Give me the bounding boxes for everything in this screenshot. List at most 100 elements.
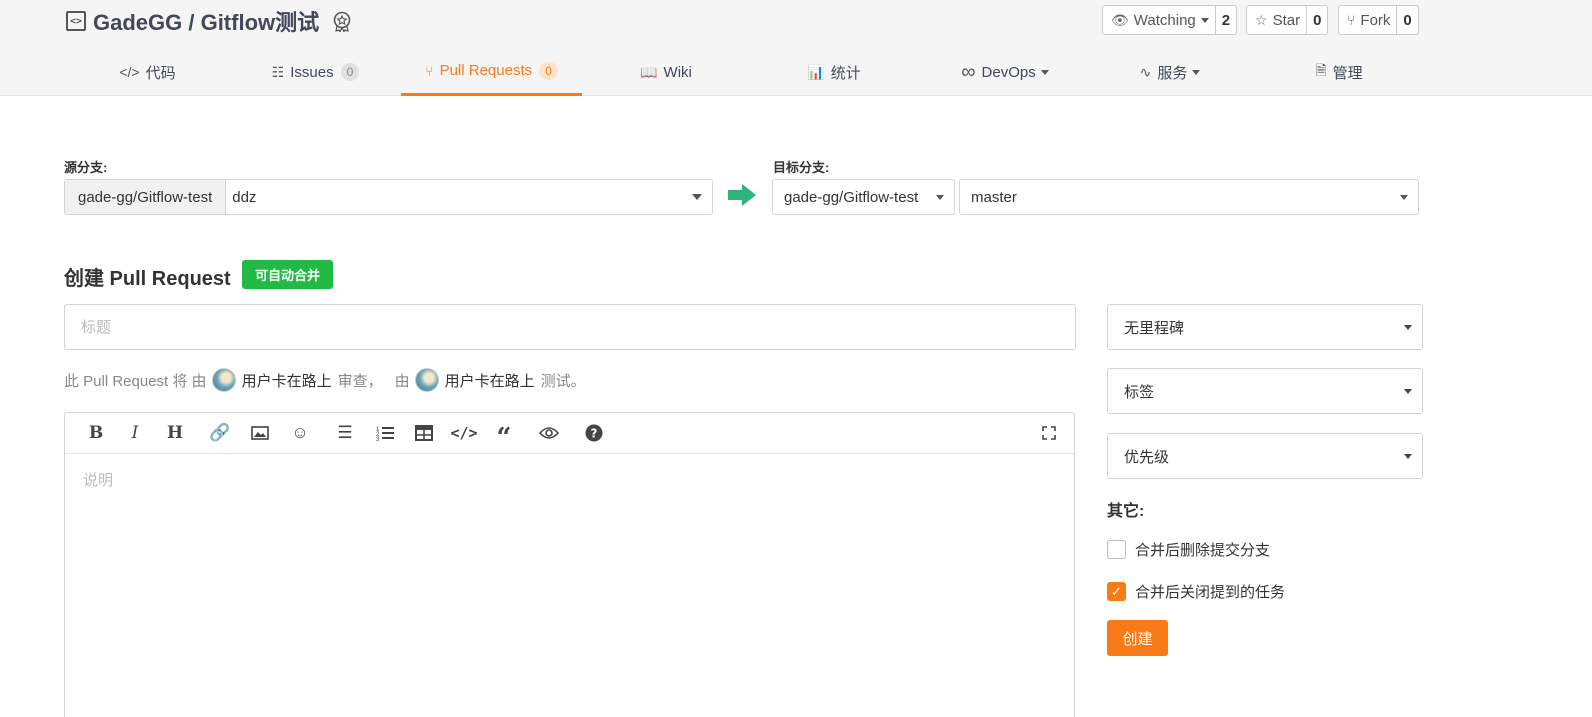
fullscreen-icon[interactable] [1038, 422, 1060, 444]
chevron-down-icon [1404, 388, 1412, 394]
milestone-value: 无里程碑 [1124, 319, 1185, 337]
description-textarea[interactable]: 说明 [83, 469, 113, 490]
mergeable-badge: 可自动合并 [242, 260, 333, 289]
code-icon[interactable]: </> [450, 422, 477, 444]
tester-action: 测试。 [540, 372, 586, 390]
editor-toolbar: B I H 🔗 ☺ ☰ 123 </> “ ? [65, 413, 1074, 454]
delete-branch-option[interactable]: 合并后删除提交分支 [1107, 539, 1270, 560]
tab-stats-label: 统计 [830, 64, 861, 82]
tab-manage[interactable]: 🗎 管理 [1300, 48, 1378, 96]
pull-request-icon: ⑂ [425, 62, 434, 79]
reviewer-name-link[interactable]: 用户卡在路上 [242, 370, 332, 391]
fork-icon: ⑂ [1347, 12, 1356, 28]
avatar[interactable] [414, 368, 439, 392]
svg-text:3: 3 [376, 437, 380, 441]
tab-manage-label: 管理 [1332, 64, 1363, 82]
tab-devops[interactable]: ∞ DevOps [945, 48, 1065, 96]
tab-devops-label: DevOps [981, 63, 1036, 81]
chevron-down-icon [1400, 194, 1408, 200]
tab-pull-requests[interactable]: ⑂ Pull Requests 0 [401, 48, 582, 96]
labels-value: 标签 [1124, 383, 1155, 401]
close-tasks-checkbox[interactable]: ✓ [1107, 582, 1126, 601]
chevron-down-icon [692, 194, 702, 200]
preview-eye-icon[interactable] [538, 422, 560, 444]
tab-code[interactable]: </> 代码 [100, 48, 195, 96]
labels-dropdown[interactable]: 标签 [1107, 368, 1423, 414]
target-repo-select[interactable]: gade-gg/Gitflow-test [772, 179, 955, 215]
arrow-right-icon [728, 184, 756, 206]
title-input[interactable] [64, 304, 1076, 350]
repo-title: <> GadeGG / Gitflow测试 [66, 5, 353, 37]
quote-icon[interactable]: “ [493, 422, 515, 453]
source-branch-label: 源分支: [64, 160, 108, 175]
close-tasks-label[interactable]: 合并后关闭提到的任务 [1135, 581, 1285, 602]
issues-icon: ☷ [271, 63, 285, 80]
watch-button[interactable]: 👁 Watching [1103, 6, 1216, 34]
repo-header: <> GadeGG / Gitflow测试 👁 Watching 2 ☆ Sta… [0, 0, 1592, 96]
close-tasks-option[interactable]: ✓ 合并后关闭提到的任务 [1107, 581, 1285, 602]
tab-issues-label: Issues [290, 63, 334, 81]
tab-wiki-label: Wiki [663, 63, 692, 81]
tab-code-label: 代码 [145, 64, 176, 82]
chevron-down-icon [1192, 69, 1201, 75]
table-icon[interactable] [413, 422, 435, 444]
milestone-dropdown[interactable]: 无里程碑 [1107, 304, 1423, 350]
chevron-down-icon [1404, 324, 1412, 330]
delete-branch-label[interactable]: 合并后删除提交分支 [1135, 539, 1270, 560]
pull-requests-count-badge: 0 [539, 61, 558, 80]
star-label: Star [1272, 11, 1301, 29]
tab-pull-requests-label: Pull Requests [439, 62, 533, 79]
italic-icon[interactable]: I [124, 422, 146, 444]
chevron-down-icon [1200, 17, 1209, 23]
chevron-down-icon [936, 194, 944, 200]
bar-chart-icon: 📊 [807, 63, 825, 80]
fork-count[interactable]: 0 [1397, 6, 1417, 34]
priority-value: 优先级 [1124, 448, 1170, 466]
link-icon[interactable]: 🔗 [209, 422, 231, 444]
book-icon: 📖 [640, 63, 658, 80]
heading-icon[interactable]: H [164, 422, 186, 444]
bullet-list-icon[interactable]: ☰ [334, 422, 356, 444]
tab-stats[interactable]: 📊 统计 [790, 48, 878, 96]
create-button[interactable]: 创建 [1107, 620, 1168, 656]
reviewer-prefix: 此 Pull Request 将 由 [64, 372, 207, 390]
bold-icon[interactable]: B [85, 422, 107, 444]
target-repo-value: gade-gg/Gitflow-test [784, 188, 919, 206]
other-options-heading: 其它: [1107, 503, 1145, 520]
fork-button-group[interactable]: ⑂ Fork 0 [1338, 5, 1419, 35]
source-branch-select[interactable]: gade-gg/Gitflow-test ddz [64, 179, 713, 215]
settings-doc-icon: 🗎 [1315, 62, 1327, 78]
avatar[interactable] [211, 368, 236, 392]
fork-button[interactable]: ⑂ Fork [1339, 6, 1398, 34]
infinity-icon: ∞ [961, 60, 976, 83]
target-branch-value: master [971, 188, 1017, 206]
reviewer-action: 审查， [337, 372, 383, 390]
tab-services-label: 服务 [1157, 64, 1188, 82]
star-count[interactable]: 0 [1307, 6, 1327, 34]
award-badge-icon[interactable] [331, 10, 353, 32]
numbered-list-icon[interactable]: 123 [374, 422, 396, 444]
delete-branch-checkbox[interactable] [1107, 540, 1126, 559]
tester-prefix: 由 [394, 372, 410, 390]
image-icon[interactable] [249, 422, 271, 444]
tab-services[interactable]: ∿ 服务 [1125, 48, 1215, 96]
tab-issues[interactable]: ☷ Issues 0 [258, 48, 373, 96]
star-button[interactable]: ☆ Star [1247, 6, 1308, 34]
source-branch-value: ddz [232, 188, 257, 206]
tester-name-link[interactable]: 用户卡在路上 [445, 370, 535, 391]
star-button-group[interactable]: ☆ Star 0 [1246, 5, 1329, 35]
priority-dropdown[interactable]: 优先级 [1107, 433, 1423, 479]
source-repo-name: gade-gg/Gitflow-test [65, 180, 227, 214]
watch-label: Watching [1133, 11, 1196, 29]
fork-label: Fork [1360, 11, 1391, 29]
target-branch-select[interactable]: master [959, 179, 1419, 215]
watch-count[interactable]: 2 [1216, 6, 1236, 34]
emoji-icon[interactable]: ☺ [289, 422, 311, 444]
watch-button-group[interactable]: 👁 Watching 2 [1102, 5, 1238, 35]
issues-count-badge: 0 [340, 63, 360, 81]
reviewer-info: 此 Pull Request 将 由 用户卡在路上 审查， 由 用户卡在路上 测… [64, 368, 586, 392]
repo-name-link[interactable]: GadeGG / Gitflow测试 [93, 5, 319, 37]
description-editor: B I H 🔗 ☺ ☰ 123 </> “ ? 说明 [64, 412, 1075, 717]
help-icon[interactable]: ? [583, 422, 605, 444]
tab-wiki[interactable]: 📖 Wiki [620, 48, 712, 96]
